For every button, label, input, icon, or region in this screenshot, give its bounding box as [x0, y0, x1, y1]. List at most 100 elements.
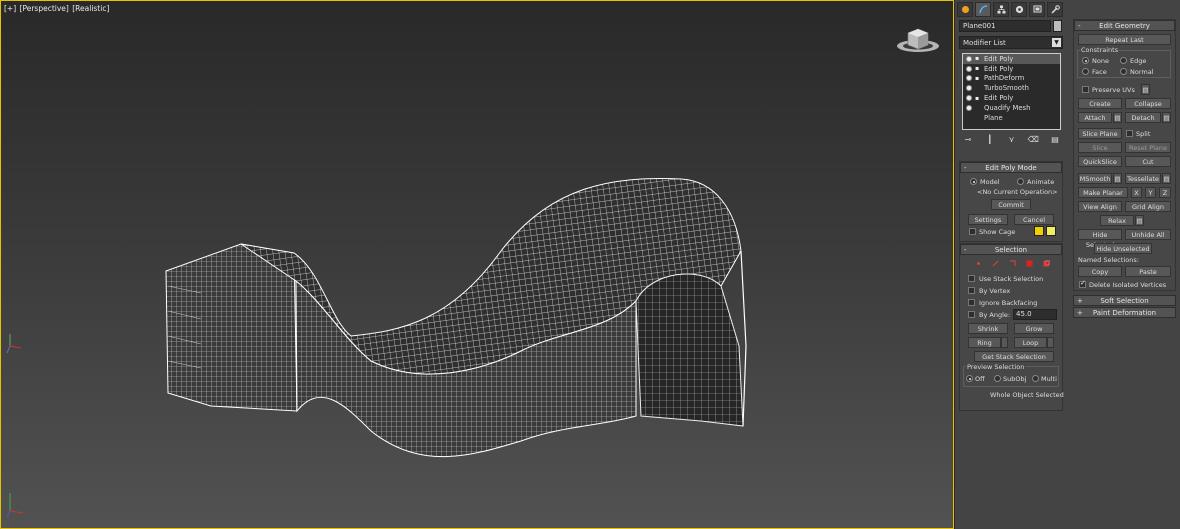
element-level-icon[interactable]: [1043, 259, 1050, 267]
preserve-uvs-settings-icon[interactable]: ▤: [1141, 84, 1150, 95]
stack-item[interactable]: TurboSmooth: [963, 83, 1060, 93]
delete-isolated-checkbox[interactable]: [1079, 279, 1086, 288]
ring-button[interactable]: Ring: [968, 337, 1001, 348]
show-cage-checkbox[interactable]: [969, 228, 976, 235]
animate-radio[interactable]: [1017, 178, 1024, 185]
cage-color-swatch-2[interactable]: [1046, 226, 1056, 236]
angle-spinner[interactable]: 45.0: [1013, 309, 1057, 320]
constraint-edge-radio[interactable]: [1120, 57, 1127, 64]
preview-multi-radio[interactable]: [1032, 375, 1039, 382]
planar-y-button[interactable]: Y: [1145, 187, 1156, 198]
constraint-normal-radio[interactable]: [1120, 68, 1127, 75]
make-unique-icon[interactable]: ⋎: [1006, 134, 1018, 146]
perspective-viewport[interactable]: [+] [Perspective] [Realistic]: [0, 0, 954, 529]
msmooth-button[interactable]: MSmooth: [1078, 173, 1112, 184]
ring-spinner[interactable]: [1001, 337, 1008, 348]
expand-icon[interactable]: [975, 115, 980, 120]
detach-button[interactable]: Detach: [1125, 112, 1161, 123]
wireframe-mesh-object[interactable]: [1, 1, 954, 529]
configure-modifier-sets-icon[interactable]: ▤: [1049, 134, 1061, 146]
planar-z-button[interactable]: Z: [1159, 187, 1171, 198]
relax-button[interactable]: Relax: [1100, 215, 1134, 226]
by-vertex-checkbox[interactable]: [968, 287, 975, 294]
cage-color-swatch-1[interactable]: [1034, 226, 1044, 236]
paint-deformation-header[interactable]: + Paint Deformation: [1073, 307, 1176, 318]
slice-plane-button[interactable]: Slice Plane: [1078, 128, 1122, 139]
constraint-none-radio[interactable]: [1082, 57, 1089, 64]
lightbulb-icon[interactable]: [966, 55, 972, 62]
expand-icon[interactable]: ▪: [975, 56, 980, 62]
object-color-swatch[interactable]: [1053, 20, 1062, 32]
cut-button[interactable]: Cut: [1125, 156, 1171, 167]
remove-modifier-icon[interactable]: ⌫: [1027, 134, 1039, 146]
hide-selected-button[interactable]: Hide Selected: [1078, 229, 1122, 249]
grow-button[interactable]: Grow: [1014, 323, 1054, 334]
expand-icon[interactable]: ▪: [975, 95, 980, 101]
stack-item[interactable]: ▪ Edit Poly: [963, 93, 1060, 103]
soft-selection-header[interactable]: + Soft Selection: [1073, 295, 1176, 306]
cancel-button[interactable]: Cancel: [1014, 214, 1054, 225]
use-stack-selection-checkbox[interactable]: [968, 275, 975, 282]
vertex-level-icon[interactable]: [975, 260, 982, 267]
preview-subobj-radio[interactable]: [994, 375, 1001, 382]
paste-button[interactable]: Paste: [1125, 266, 1171, 277]
stack-item[interactable]: ▪ Edit Poly: [963, 54, 1060, 64]
hierarchy-tab-icon[interactable]: [993, 2, 1009, 17]
polygon-level-icon[interactable]: [1026, 260, 1033, 267]
commit-button[interactable]: Commit: [991, 199, 1031, 210]
collapse-button[interactable]: Collapse: [1125, 98, 1171, 109]
relax-settings-icon[interactable]: ▤: [1135, 215, 1144, 226]
attach-button[interactable]: Attach: [1078, 112, 1112, 123]
lightbulb-icon[interactable]: [966, 115, 972, 121]
lightbulb-icon[interactable]: [966, 95, 972, 102]
make-planar-button[interactable]: Make Planar: [1078, 187, 1128, 198]
tessellate-button[interactable]: Tessellate: [1125, 173, 1161, 184]
lightbulb-icon[interactable]: [966, 65, 972, 72]
slice-button[interactable]: Slice: [1078, 142, 1122, 153]
tessellate-settings-icon[interactable]: ▤: [1162, 173, 1171, 184]
lightbulb-icon[interactable]: [966, 85, 972, 92]
edit-geometry-header[interactable]: - Edit Geometry: [1074, 20, 1175, 31]
loop-button[interactable]: Loop: [1014, 337, 1047, 348]
selection-header[interactable]: - Selection: [960, 244, 1062, 255]
ignore-backfacing-checkbox[interactable]: [968, 299, 975, 306]
msmooth-settings-icon[interactable]: ▤: [1113, 173, 1122, 184]
create-button[interactable]: Create: [1078, 98, 1122, 109]
lightbulb-icon[interactable]: [966, 75, 972, 82]
object-name-field[interactable]: Plane001: [959, 20, 1051, 32]
expand-icon[interactable]: ▪: [975, 66, 980, 72]
by-angle-checkbox[interactable]: [968, 311, 975, 318]
detach-settings-icon[interactable]: ▤: [1162, 112, 1171, 123]
stack-item[interactable]: ▪ PathDeform: [963, 74, 1060, 84]
modifier-stack[interactable]: ▪ Edit Poly ▪ Edit Poly ▪ PathDeform TurboSmoo…: [962, 53, 1061, 130]
edge-level-icon[interactable]: [992, 260, 999, 267]
loop-spinner[interactable]: [1047, 337, 1054, 348]
split-checkbox[interactable]: [1126, 130, 1133, 137]
grid-align-button[interactable]: Grid Align: [1125, 201, 1171, 212]
view-align-button[interactable]: View Align: [1078, 201, 1122, 212]
show-end-result-icon[interactable]: ┃: [984, 134, 996, 146]
hide-unselected-button[interactable]: Hide Unselected: [1094, 243, 1152, 254]
reset-plane-button[interactable]: Reset Plane: [1125, 142, 1171, 153]
stack-item[interactable]: Quadify Mesh: [963, 103, 1060, 113]
pin-stack-icon[interactable]: ⊸: [962, 134, 974, 146]
utilities-tab-icon[interactable]: [1047, 2, 1063, 17]
copy-button[interactable]: Copy: [1078, 266, 1122, 277]
edit-poly-mode-header[interactable]: - Edit Poly Mode: [960, 162, 1062, 173]
expand-icon[interactable]: [975, 105, 980, 110]
preserve-uvs-checkbox[interactable]: [1082, 86, 1089, 93]
display-tab-icon[interactable]: [1029, 2, 1045, 17]
modifier-list-dropdown[interactable]: Modifier List ▼: [959, 36, 1063, 49]
attach-list-icon[interactable]: ▤: [1113, 112, 1122, 123]
constraint-face-radio[interactable]: [1082, 68, 1089, 75]
lightbulb-icon[interactable]: [966, 104, 972, 111]
planar-x-button[interactable]: X: [1131, 187, 1142, 198]
expand-icon[interactable]: ▪: [975, 75, 980, 81]
repeat-last-button[interactable]: Repeat Last: [1078, 34, 1171, 45]
preview-off-radio[interactable]: [966, 375, 973, 382]
motion-tab-icon[interactable]: [1011, 2, 1027, 17]
expand-icon[interactable]: [975, 86, 980, 91]
modify-tab-icon[interactable]: [975, 2, 991, 17]
border-level-icon[interactable]: [1009, 260, 1016, 267]
get-stack-selection-button[interactable]: Get Stack Selection: [974, 351, 1054, 362]
